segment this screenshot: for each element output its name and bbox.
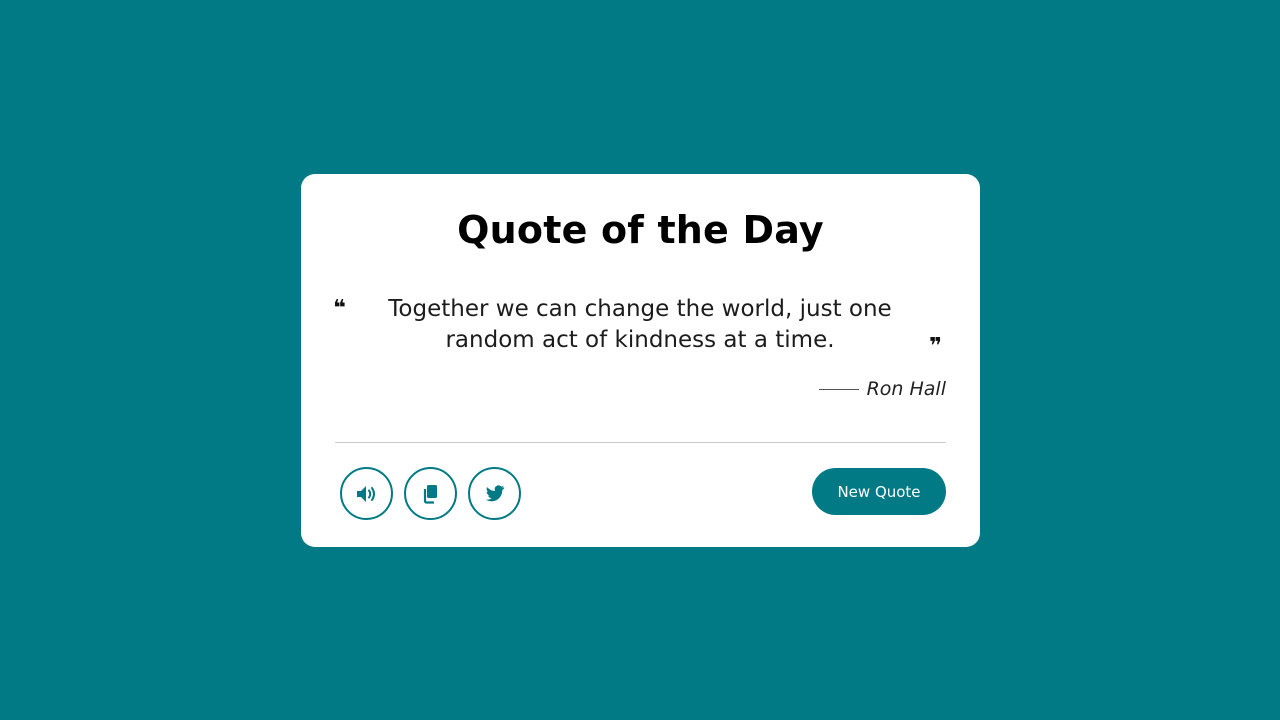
quote-card: Quote of the Day ❝ Together we can chang… [301, 174, 980, 547]
speaker-icon [356, 485, 375, 502]
author-row: Ron Hall [818, 378, 946, 400]
quote-text: Together we can change the world, just o… [388, 296, 892, 353]
card-title: Quote of the Day [457, 208, 824, 252]
author-dash [818, 388, 859, 390]
divider [335, 442, 946, 443]
tweet-button[interactable] [468, 467, 521, 520]
new-quote-button[interactable]: New Quote [812, 468, 946, 515]
speak-button[interactable] [340, 467, 393, 520]
open-quote-icon: ❝ [333, 296, 346, 321]
copy-button[interactable] [404, 467, 457, 520]
quote-author: Ron Hall [866, 378, 946, 400]
close-quote-icon: ❞ [929, 334, 942, 359]
copy-icon [423, 484, 437, 504]
twitter-icon [485, 485, 504, 502]
